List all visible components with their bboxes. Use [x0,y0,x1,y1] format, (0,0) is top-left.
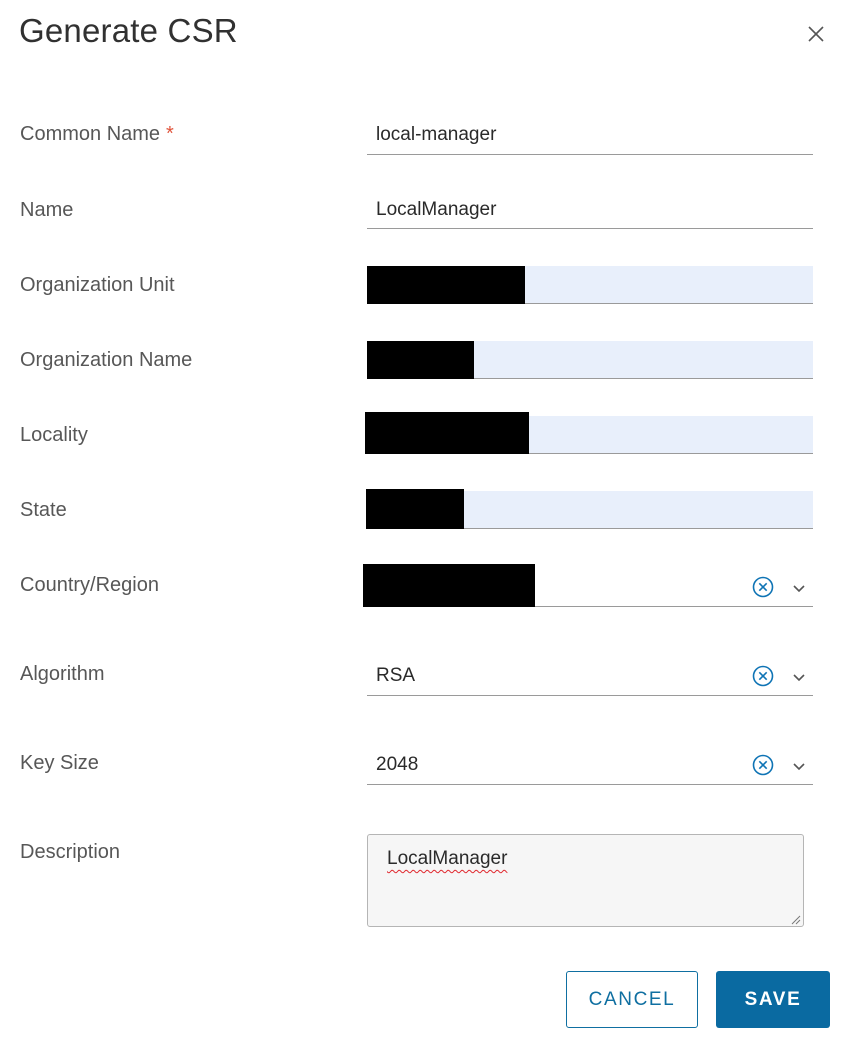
state-input[interactable] [366,489,813,529]
required-marker: * [166,123,174,145]
algorithm-select[interactable]: RSA [367,655,813,696]
clear-circle-icon[interactable] [751,753,775,777]
organization-name-input[interactable] [367,341,813,379]
redacted-value [363,564,535,607]
description-label: Description [20,841,121,863]
redacted-value [365,412,529,454]
description-textarea[interactable]: LocalManager [367,834,804,927]
organization-unit-input[interactable] [367,266,813,304]
key-size-value: 2048 [376,754,419,775]
redacted-value [367,266,525,304]
chevron-down-icon[interactable] [792,581,806,593]
country-region-select[interactable] [363,564,813,607]
common-name-input[interactable]: local-manager [367,116,813,155]
resize-grip-icon[interactable] [789,912,801,925]
algorithm-value: RSA [376,665,416,686]
name-label: Name [20,199,74,221]
state-label: State [20,499,67,521]
country-region-label: Country/Region [20,574,159,596]
close-icon[interactable] [804,22,828,46]
locality-label: Locality [20,424,88,446]
common-name-value: local-manager [376,124,497,145]
description-value: LocalManager [387,848,508,869]
name-input[interactable]: LocalManager [367,191,813,229]
clear-circle-icon[interactable] [751,575,775,599]
name-value: LocalManager [376,199,497,220]
organization-name-label: Organization Name [20,349,193,371]
redacted-value [367,341,474,379]
generate-csr-dialog: Generate CSR Common Name * local-manager … [0,0,856,1045]
chevron-down-icon[interactable] [792,670,806,682]
common-name-label-text: Common Name [20,123,161,145]
key-size-label: Key Size [20,752,99,774]
organization-unit-label: Organization Unit [20,274,175,296]
redacted-value [366,489,464,529]
common-name-label: Common Name * [20,123,174,146]
algorithm-label: Algorithm [20,663,105,685]
cancel-button[interactable]: CANCEL [566,971,698,1028]
locality-input[interactable] [365,412,813,454]
dialog-title: Generate CSR [19,12,238,49]
save-button[interactable]: SAVE [716,971,830,1028]
clear-circle-icon[interactable] [751,664,775,688]
chevron-down-icon[interactable] [792,759,806,771]
key-size-select[interactable]: 2048 [367,744,813,785]
